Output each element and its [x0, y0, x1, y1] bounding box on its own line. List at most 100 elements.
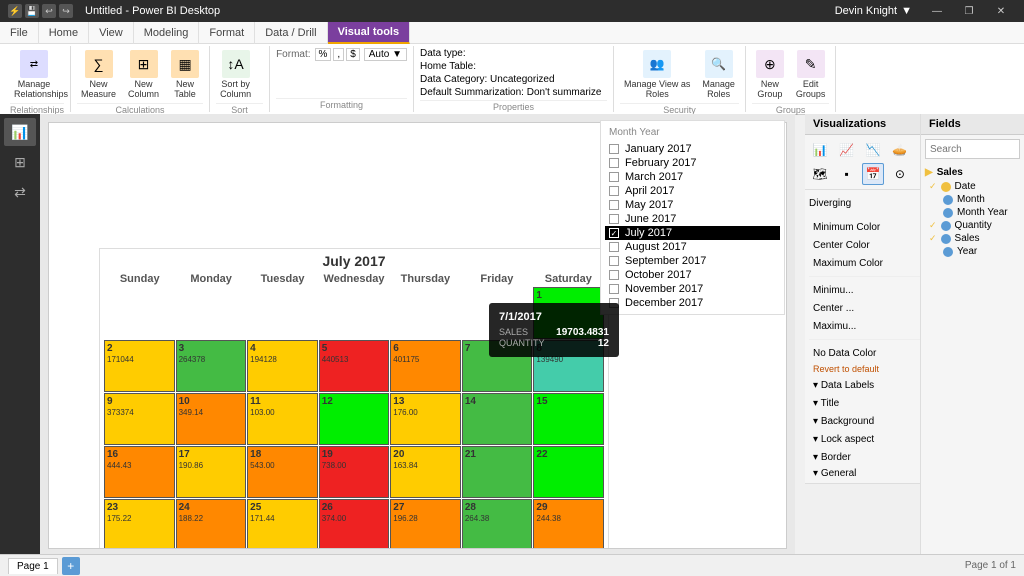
- redo-icon[interactable]: ↪: [59, 4, 73, 18]
- month-item[interactable]: ✓July 2017: [605, 226, 780, 240]
- fields-item[interactable]: Month Year: [921, 206, 1024, 219]
- fields-item[interactable]: Year: [921, 245, 1024, 258]
- month-item[interactable]: September 2017: [605, 254, 780, 268]
- month-item[interactable]: August 2017: [605, 240, 780, 254]
- viz-icon-bar[interactable]: 📊: [809, 139, 831, 161]
- tab-modeling[interactable]: Modeling: [134, 22, 200, 44]
- month-item[interactable]: February 2017: [605, 156, 780, 170]
- new-column-button[interactable]: ⊞ NewColumn: [124, 48, 163, 101]
- month-checkbox[interactable]: [609, 256, 619, 266]
- tab-file[interactable]: File: [0, 22, 39, 44]
- viz-icon-line[interactable]: 📈: [836, 139, 858, 161]
- month-item[interactable]: November 2017: [605, 282, 780, 296]
- calendar-cell[interactable]: 28264.38: [462, 499, 533, 549]
- calendar-cell[interactable]: 3264378: [176, 340, 247, 392]
- new-table-button[interactable]: ▦ NewTable: [167, 48, 203, 101]
- add-page-button[interactable]: +: [62, 557, 80, 575]
- month-checkbox[interactable]: [609, 144, 619, 154]
- calendar-cell[interactable]: 11103.00: [247, 393, 318, 445]
- manage-relationships-button[interactable]: ⇄ Manage Relationships: [10, 48, 58, 101]
- month-item[interactable]: March 2017: [605, 170, 780, 184]
- minimize-button[interactable]: —: [922, 0, 952, 22]
- tab-home[interactable]: Home: [39, 22, 89, 44]
- fields-item[interactable]: ✓Sales: [921, 232, 1024, 245]
- month-item[interactable]: June 2017: [605, 212, 780, 226]
- calendar-cell[interactable]: 10349.14: [176, 393, 247, 445]
- save-icon[interactable]: 💾: [25, 4, 39, 18]
- sort-by-column-button[interactable]: ↕A Sort byColumn: [216, 48, 255, 101]
- fields-group-sales-header[interactable]: ▶ Sales: [921, 165, 1024, 180]
- comma-btn[interactable]: ,: [333, 48, 344, 61]
- viz-icon-area[interactable]: 📉: [862, 139, 884, 161]
- manage-roles-button[interactable]: 🔍 ManageRoles: [698, 48, 739, 101]
- month-checkbox[interactable]: ✓: [609, 228, 619, 238]
- viz-icon-gauge[interactable]: ⊙: [889, 163, 911, 185]
- month-checkbox[interactable]: [609, 158, 619, 168]
- calendar-cell[interactable]: 4194128: [247, 340, 318, 392]
- calendar-cell[interactable]: 23175.22: [104, 499, 175, 549]
- sidebar-icon-data[interactable]: ⊞: [4, 148, 36, 176]
- viz-icon-treemap[interactable]: ▪: [836, 163, 858, 185]
- calendar-cell[interactable]: 22: [533, 446, 604, 498]
- calendar-cell[interactable]: 21: [462, 446, 533, 498]
- calendar-cell[interactable]: 16444.43: [104, 446, 175, 498]
- calendar-cell[interactable]: 19738.00: [319, 446, 390, 498]
- cell-number: 29: [536, 502, 601, 513]
- calendar-cell[interactable]: 12: [319, 393, 390, 445]
- close-button[interactable]: ✕: [986, 0, 1016, 22]
- calendar-cell[interactable]: 24188.22: [176, 499, 247, 549]
- viz-icon-pie[interactable]: 🥧: [889, 139, 911, 161]
- calendar-cell[interactable]: 9373374: [104, 393, 175, 445]
- calendar-cell[interactable]: 26374.00: [319, 499, 390, 549]
- month-checkbox[interactable]: [609, 172, 619, 182]
- calendar-cell[interactable]: 17190.86: [176, 446, 247, 498]
- auto-dropdown[interactable]: Auto ▼: [364, 48, 407, 61]
- calendar-cell[interactable]: 25171.44: [247, 499, 318, 549]
- tab-view[interactable]: View: [89, 22, 134, 44]
- month-checkbox[interactable]: [609, 214, 619, 224]
- month-checkbox[interactable]: [609, 186, 619, 196]
- calendar-cell[interactable]: 13176.00: [390, 393, 461, 445]
- page-tab-1[interactable]: Page 1: [8, 558, 58, 574]
- calendar-cell[interactable]: 29244.38: [533, 499, 604, 549]
- month-item[interactable]: May 2017: [605, 198, 780, 212]
- month-item[interactable]: April 2017: [605, 184, 780, 198]
- tab-data-drill[interactable]: Data / Drill: [255, 22, 327, 44]
- month-checkbox[interactable]: [609, 284, 619, 294]
- viz-icon-map[interactable]: 🗺: [809, 163, 831, 185]
- sidebar-icon-model[interactable]: ⇄: [4, 178, 36, 206]
- percent-btn[interactable]: %: [315, 48, 332, 61]
- calendar-cell[interactable]: 6401175: [390, 340, 461, 392]
- fields-item[interactable]: ✓Quantity: [921, 219, 1024, 232]
- dollar-btn[interactable]: $: [346, 48, 360, 61]
- calendar-cell[interactable]: 14: [462, 393, 533, 445]
- month-item[interactable]: December 2017: [605, 296, 780, 310]
- sidebar-icon-report[interactable]: 📊: [4, 118, 36, 146]
- month-item[interactable]: January 2017: [605, 142, 780, 156]
- viz-icon-calendar[interactable]: 📅: [862, 163, 884, 185]
- tab-visual-tools[interactable]: Visual tools: [328, 22, 411, 44]
- month-checkbox[interactable]: [609, 200, 619, 210]
- month-checkbox[interactable]: [609, 270, 619, 280]
- tab-format[interactable]: Format: [199, 22, 255, 44]
- new-measure-button[interactable]: ∑ NewMeasure: [77, 48, 120, 101]
- maximize-button[interactable]: ❐: [954, 0, 984, 22]
- fields-search-input[interactable]: [925, 139, 1020, 159]
- fields-item[interactable]: Month: [921, 193, 1024, 206]
- calendar-cell[interactable]: 20163.84: [390, 446, 461, 498]
- calendar-cell[interactable]: 27196.28: [390, 499, 461, 549]
- calendar-container: July 2017 Sunday Monday Tuesday Wednesda…: [99, 248, 609, 549]
- calendar-cell[interactable]: 5440513: [319, 340, 390, 392]
- fields-item[interactable]: ✓Date: [921, 180, 1024, 193]
- calendar-cell[interactable]: 18543.00: [247, 446, 318, 498]
- month-checkbox[interactable]: [609, 242, 619, 252]
- new-group-button[interactable]: ⊕ NewGroup: [752, 48, 788, 101]
- undo-icon[interactable]: ↩: [42, 4, 56, 18]
- cell-number: 15: [536, 396, 601, 407]
- cell-number: 24: [179, 502, 244, 513]
- edit-groups-button[interactable]: ✎ EditGroups: [792, 48, 830, 101]
- calendar-cell[interactable]: 2171044: [104, 340, 175, 392]
- month-item[interactable]: October 2017: [605, 268, 780, 282]
- calendar-cell[interactable]: 15: [533, 393, 604, 445]
- manage-view-as-roles-button[interactable]: 👥 Manage View asRoles: [620, 48, 694, 101]
